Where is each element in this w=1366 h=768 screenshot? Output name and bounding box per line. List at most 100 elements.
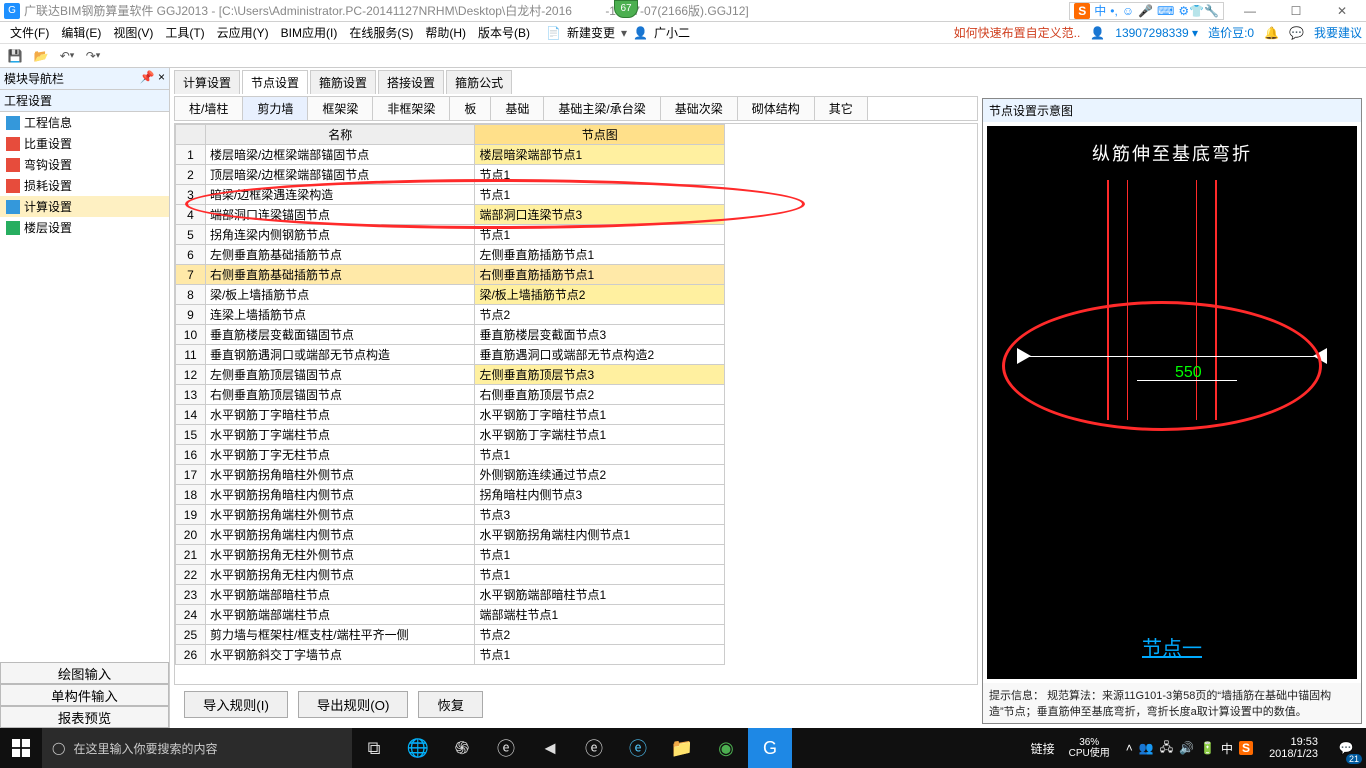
table-row[interactable]: 18水平钢筋拐角暗柱内侧节点拐角暗柱内侧节点3 (176, 485, 725, 505)
user-avatar-icon[interactable]: 👤 (633, 26, 648, 40)
nav-item-floor[interactable]: 楼层设置 (0, 217, 169, 238)
table-row[interactable]: 14水平钢筋丁字暗柱节点水平钢筋丁字暗柱节点1 (176, 405, 725, 425)
table-row[interactable]: 26水平钢筋斜交丁字墙节点节点1 (176, 645, 725, 665)
ime-toolbar[interactable]: S 中 •, ☺ 🎤 ⌨ ⚙👕🔧 (1069, 2, 1224, 20)
table-row[interactable]: 23水平钢筋端部暗柱节点水平钢筋端部暗柱节点1 (176, 585, 725, 605)
app-glodon-icon[interactable]: G (748, 728, 792, 768)
app-back-icon[interactable]: ◄ (528, 728, 572, 768)
close-button[interactable]: ✕ (1322, 0, 1362, 22)
tray-vol-icon[interactable]: 🔊 (1179, 741, 1194, 755)
ime-emoji-icon[interactable]: ☺ (1122, 4, 1134, 18)
col-name[interactable]: 名称 (205, 125, 475, 145)
subtab-5[interactable]: 基础 (491, 97, 544, 120)
nav-item-hook[interactable]: 弯钩设置 (0, 154, 169, 175)
single-input-button[interactable]: 单构件输入 (0, 684, 169, 706)
menu-help[interactable]: 帮助(H) (419, 22, 472, 43)
phone-number[interactable]: 13907298339 ▾ (1115, 26, 1198, 40)
table-row[interactable]: 16水平钢筋丁字无柱节点节点1 (176, 445, 725, 465)
nav-item-info[interactable]: 工程信息 (0, 112, 169, 133)
undo-button[interactable]: ↶▾ (56, 46, 78, 66)
taskview-icon[interactable]: ⧉ (352, 728, 396, 768)
app-folder-icon[interactable]: 📁 (660, 728, 704, 768)
feedback-button[interactable]: 我要建议 (1314, 24, 1362, 41)
redo-button[interactable]: ↷▾ (82, 46, 104, 66)
tray-sogou-icon[interactable]: S (1239, 741, 1253, 755)
menu-version[interactable]: 版本号(B) (472, 22, 536, 43)
user-name[interactable]: 广小二 (648, 22, 696, 43)
price-beans[interactable]: 造价豆:0 (1208, 24, 1254, 41)
table-row[interactable]: 20水平钢筋拐角端柱内侧节点水平钢筋拐角端柱内侧节点1 (176, 525, 725, 545)
nav-item-loss[interactable]: 损耗设置 (0, 175, 169, 196)
new-change-button[interactable]: 新建变更 (561, 22, 621, 43)
menu-tools[interactable]: 工具(T) (159, 22, 210, 43)
subtab-8[interactable]: 砌体结构 (738, 97, 815, 120)
maximize-button[interactable]: ☐ (1276, 0, 1316, 22)
link-status[interactable]: 链接 (1025, 740, 1061, 757)
tray-power-icon[interactable]: 🔋 (1200, 741, 1215, 755)
tray-up-icon[interactable]: ˄ (1126, 741, 1133, 755)
search-box[interactable]: ◯ 在这里输入你要搜索的内容 (42, 728, 352, 768)
menu-file[interactable]: 文件(F) (4, 22, 55, 43)
table-row[interactable]: 19水平钢筋拐角端柱外侧节点节点3 (176, 505, 725, 525)
restore-button[interactable]: 恢复 (418, 691, 483, 718)
cloud-badge[interactable]: 67 (614, 0, 638, 18)
draw-input-button[interactable]: 绘图输入 (0, 662, 169, 684)
minimize-button[interactable]: — (1230, 0, 1270, 22)
table-row[interactable]: 1楼层暗梁/边框梁端部锚固节点楼层暗梁端部节点1 (176, 145, 725, 165)
table-row[interactable]: 12左侧垂直筋顶层锚固节点左侧垂直筋顶层节点3 (176, 365, 725, 385)
table-row[interactable]: 3暗梁/边框梁遇连梁构造节点1 (176, 185, 725, 205)
tab-stirrup[interactable]: 箍筋设置 (310, 70, 376, 94)
tray-ime-zh[interactable]: 中 (1221, 740, 1233, 757)
subtab-7[interactable]: 基础次梁 (661, 97, 738, 120)
tip-link[interactable]: 如何快速布置自定义范.. (954, 24, 1081, 41)
table-row[interactable]: 6左侧垂直筋基础插筋节点左侧垂直筋插筋节点1 (176, 245, 725, 265)
table-row[interactable]: 8梁/板上墙插筋节点梁/板上墙插筋节点2 (176, 285, 725, 305)
app-swirl-icon[interactable]: ֍ (440, 728, 484, 768)
subtab-9[interactable]: 其它 (815, 97, 868, 120)
save-button[interactable]: 💾 (4, 46, 26, 66)
system-tray[interactable]: ˄ 👥 🖧 🔊 🔋 中 S (1118, 738, 1261, 759)
ime-keyboard-icon[interactable]: ⌨ (1157, 4, 1174, 18)
table-row[interactable]: 10垂直筋楼层变截面锚固节点垂直筋楼层变截面节点3 (176, 325, 725, 345)
subtab-1[interactable]: 剪力墙 (243, 97, 308, 120)
feedback-icon[interactable]: 💬 (1289, 26, 1304, 40)
app-explorer-icon[interactable]: 🌐 (396, 728, 440, 768)
pin-icon[interactable]: 📌 (140, 70, 155, 84)
notification-center[interactable]: 💬21 (1326, 728, 1366, 768)
ime-lang[interactable]: 中 (1094, 2, 1106, 19)
app-edge2-icon[interactable]: ⓔ (572, 728, 616, 768)
preview-node-label[interactable]: 节点一 (987, 632, 1357, 661)
table-row[interactable]: 24水平钢筋端部端柱节点端部端柱节点1 (176, 605, 725, 625)
table-row[interactable]: 2顶层暗梁/边框梁端部锚固节点节点1 (176, 165, 725, 185)
nav-item-weight[interactable]: 比重设置 (0, 133, 169, 154)
menu-cloud[interactable]: 云应用(Y) (211, 22, 275, 43)
table-row[interactable]: 4端部洞口连梁锚固节点端部洞口连梁节点3 (176, 205, 725, 225)
ime-extras[interactable]: ⚙👕🔧 (1178, 4, 1219, 18)
cpu-meter[interactable]: 36%CPU使用 (1061, 737, 1118, 759)
nav-section[interactable]: 工程设置 (0, 90, 169, 112)
subtab-2[interactable]: 框架梁 (308, 97, 373, 120)
import-rule-button[interactable]: 导入规则(I) (184, 691, 288, 718)
new-change-icon[interactable]: 📄 (546, 26, 561, 40)
ime-punct[interactable]: •, (1110, 4, 1118, 18)
menu-edit[interactable]: 编辑(E) (55, 22, 107, 43)
table-row[interactable]: 22水平钢筋拐角无柱内侧节点节点1 (176, 565, 725, 585)
table-row[interactable]: 7右侧垂直筋基础插筋节点右侧垂直筋插筋节点1 (176, 265, 725, 285)
table-row[interactable]: 9连梁上墙插筋节点节点2 (176, 305, 725, 325)
table-row[interactable]: 13右侧垂直筋顶层锚固节点右侧垂直筋顶层节点2 (176, 385, 725, 405)
tab-node[interactable]: 节点设置 (242, 70, 308, 94)
app-edge-icon[interactable]: ⓔ (484, 728, 528, 768)
sogou-icon[interactable]: S (1074, 3, 1090, 19)
col-node[interactable]: 节点图 (475, 125, 725, 145)
start-button[interactable] (0, 728, 42, 768)
open-button[interactable]: 📂 (30, 46, 52, 66)
tab-lap[interactable]: 搭接设置 (378, 70, 444, 94)
app-ie-icon[interactable]: ⓔ (616, 728, 660, 768)
table-row[interactable]: 21水平钢筋拐角无柱外侧节点节点1 (176, 545, 725, 565)
bell-icon[interactable]: 🔔 (1264, 26, 1279, 40)
menu-view[interactable]: 视图(V) (107, 22, 159, 43)
export-rule-button[interactable]: 导出规则(O) (298, 691, 409, 718)
close-nav-icon[interactable]: × (158, 70, 165, 84)
tray-net-icon[interactable]: 🖧 (1160, 738, 1173, 759)
node-table[interactable]: 名称 节点图 1楼层暗梁/边框梁端部锚固节点楼层暗梁端部节点12顶层暗梁/边框梁… (174, 123, 978, 685)
